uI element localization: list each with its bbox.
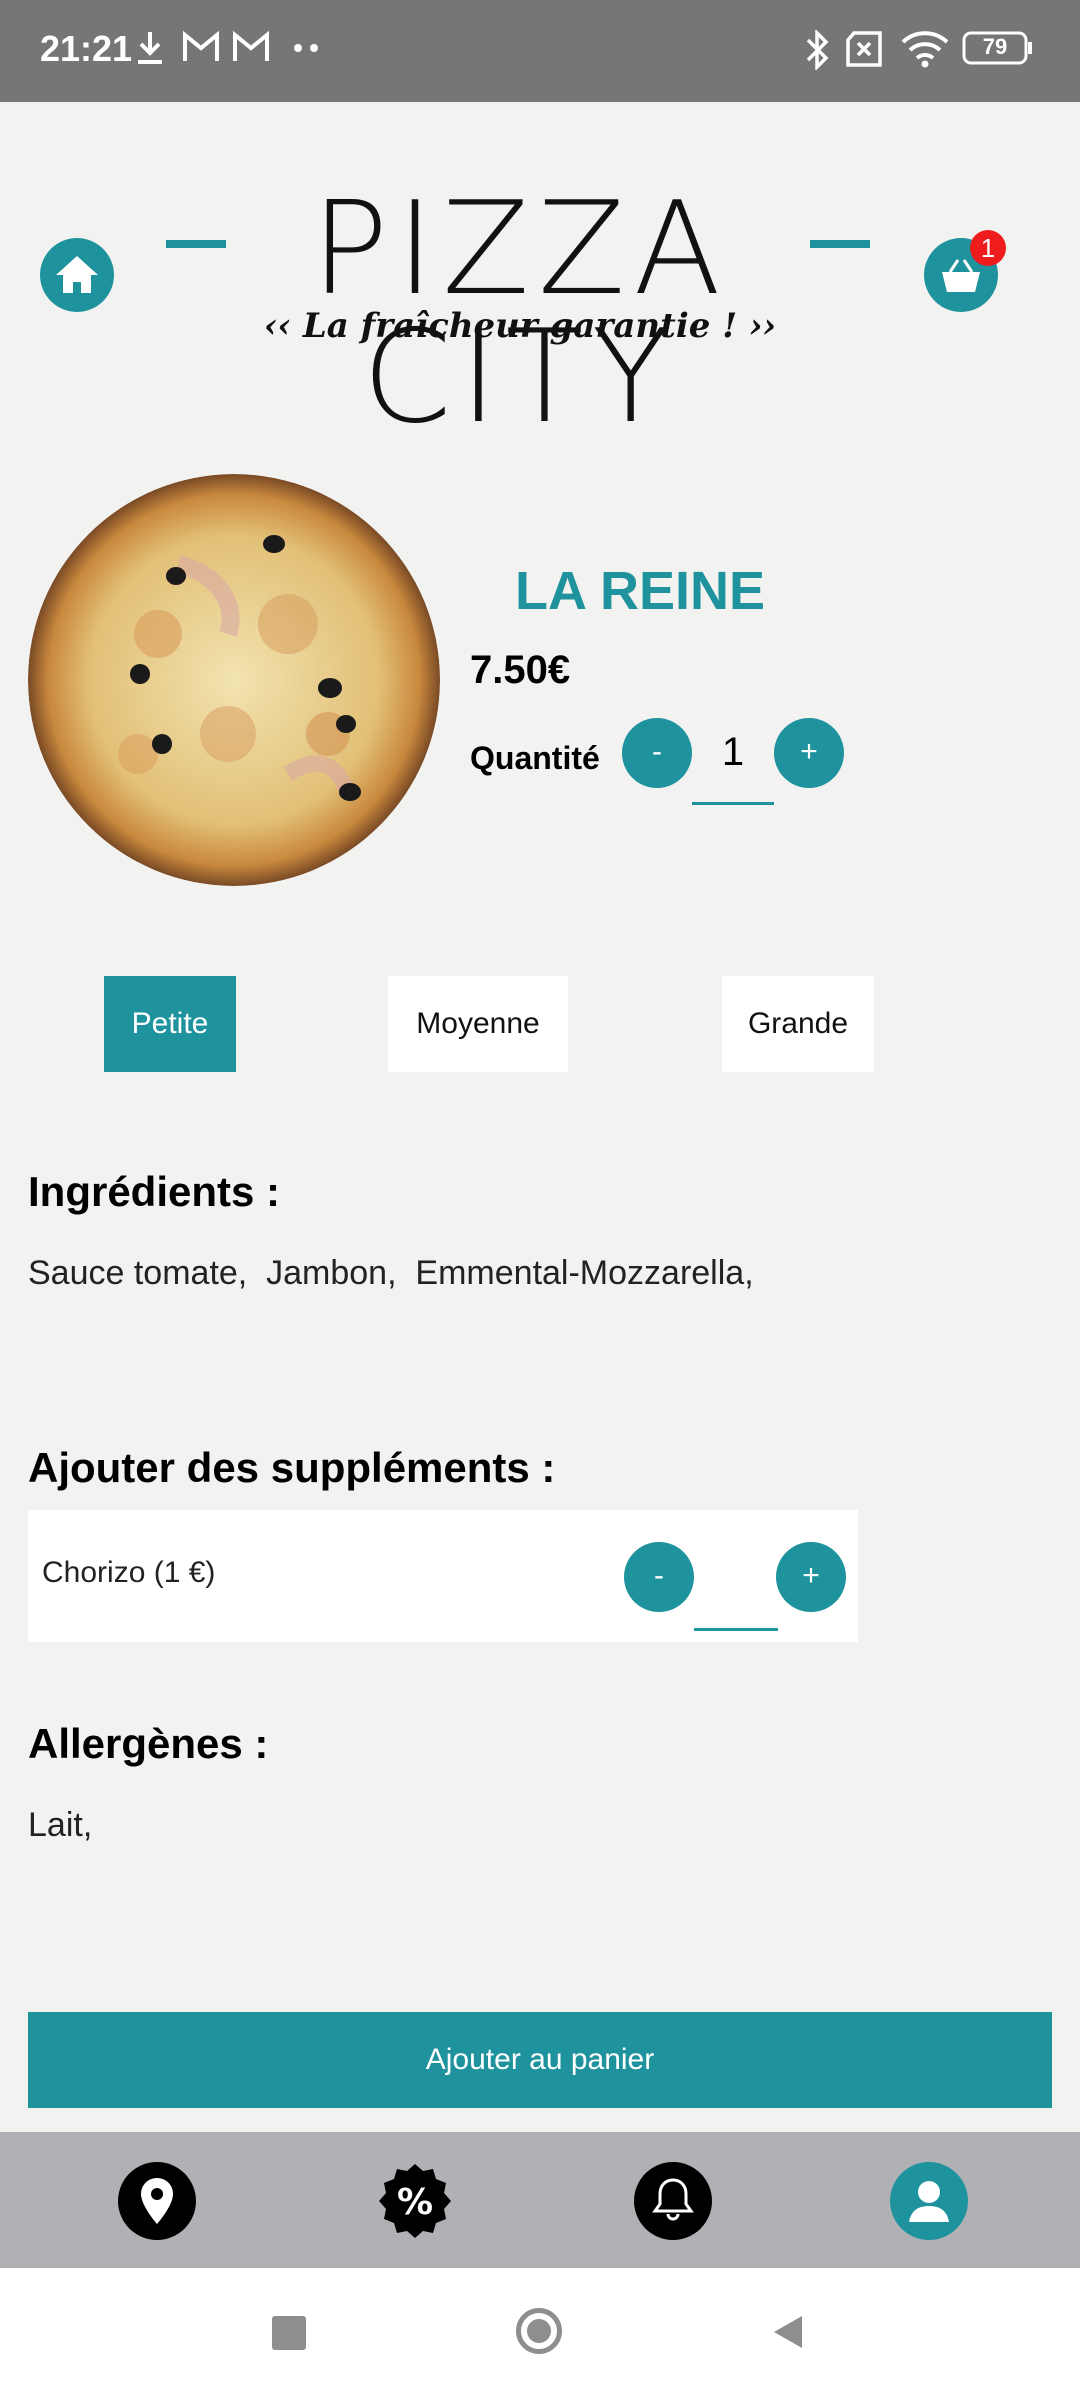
supplement-increase-button[interactable]: + <box>776 1542 846 1612</box>
supplement-decrease-button[interactable]: - <box>624 1542 694 1612</box>
home-button[interactable] <box>40 238 114 312</box>
status-time: 21:21 <box>40 28 133 69</box>
status-bar: 21:21 79 <box>0 0 1080 102</box>
quantity-label: Quantité <box>470 740 600 776</box>
home-icon <box>56 256 98 293</box>
svg-text:%: % <box>397 2182 433 2223</box>
bottom-navigation: % <box>0 2132 1080 2268</box>
pizza-image <box>28 474 440 886</box>
size-option-grande[interactable]: Grande <box>722 976 874 1072</box>
nav-discount-button[interactable]: % <box>374 2160 456 2242</box>
allergens-text: Lait, <box>28 1806 93 1844</box>
quantity-decrease-button[interactable]: - <box>622 718 692 788</box>
gmail-icon <box>233 30 269 61</box>
system-navigation <box>0 2268 1080 2400</box>
cart-badge: 1 <box>970 230 1006 266</box>
size-option-moyenne[interactable]: Moyenne <box>388 976 568 1072</box>
back-icon[interactable] <box>770 2312 806 2352</box>
add-to-cart-button[interactable]: Ajouter au panier <box>28 2012 1052 2108</box>
gmail-icon <box>183 30 219 61</box>
supplements-title: Ajouter des suppléments : <box>28 1444 556 1491</box>
nav-profile-button[interactable] <box>890 2162 968 2240</box>
size-option-petite[interactable]: Petite <box>104 976 236 1072</box>
no-sim-icon <box>846 31 882 67</box>
allergens-title: Allergènes : <box>28 1720 269 1767</box>
location-icon <box>141 2178 173 2224</box>
logo-tagline: ‹‹ La fraîcheur garantie ! ›› <box>263 306 777 346</box>
ingredients-text: Sauce tomate, Jambon, Emmental-Mozzarell… <box>28 1254 754 1292</box>
discount-icon: % <box>379 2164 451 2238</box>
quantity-underline <box>692 802 774 805</box>
quantity-value[interactable]: 1 <box>692 730 774 775</box>
nav-notifications-button[interactable] <box>634 2162 712 2240</box>
logo-dash-left <box>166 240 226 248</box>
recent-apps-icon[interactable] <box>272 2316 306 2350</box>
bluetooth-icon <box>806 30 829 70</box>
logo-dash-right <box>810 240 870 248</box>
quantity-increase-button[interactable]: + <box>774 718 844 788</box>
battery-level: 79 <box>982 34 1008 59</box>
bell-icon <box>652 2178 694 2221</box>
product-name: LA REINE <box>514 561 765 621</box>
download-icon <box>138 32 162 64</box>
wifi-icon <box>901 31 949 68</box>
nav-location-button[interactable] <box>118 2162 196 2240</box>
ingredients-title: Ingrédients : <box>28 1168 281 1215</box>
supplement-label: Chorizo (1 €) <box>42 1556 216 1589</box>
home-system-icon[interactable] <box>516 2308 562 2354</box>
supplement-row: Chorizo (1 €) - + <box>28 1510 858 1642</box>
supplement-underline <box>694 1628 778 1631</box>
user-icon <box>909 2181 949 2222</box>
more-dots-icon <box>294 44 318 52</box>
product-price: 7.50€ <box>470 648 571 692</box>
